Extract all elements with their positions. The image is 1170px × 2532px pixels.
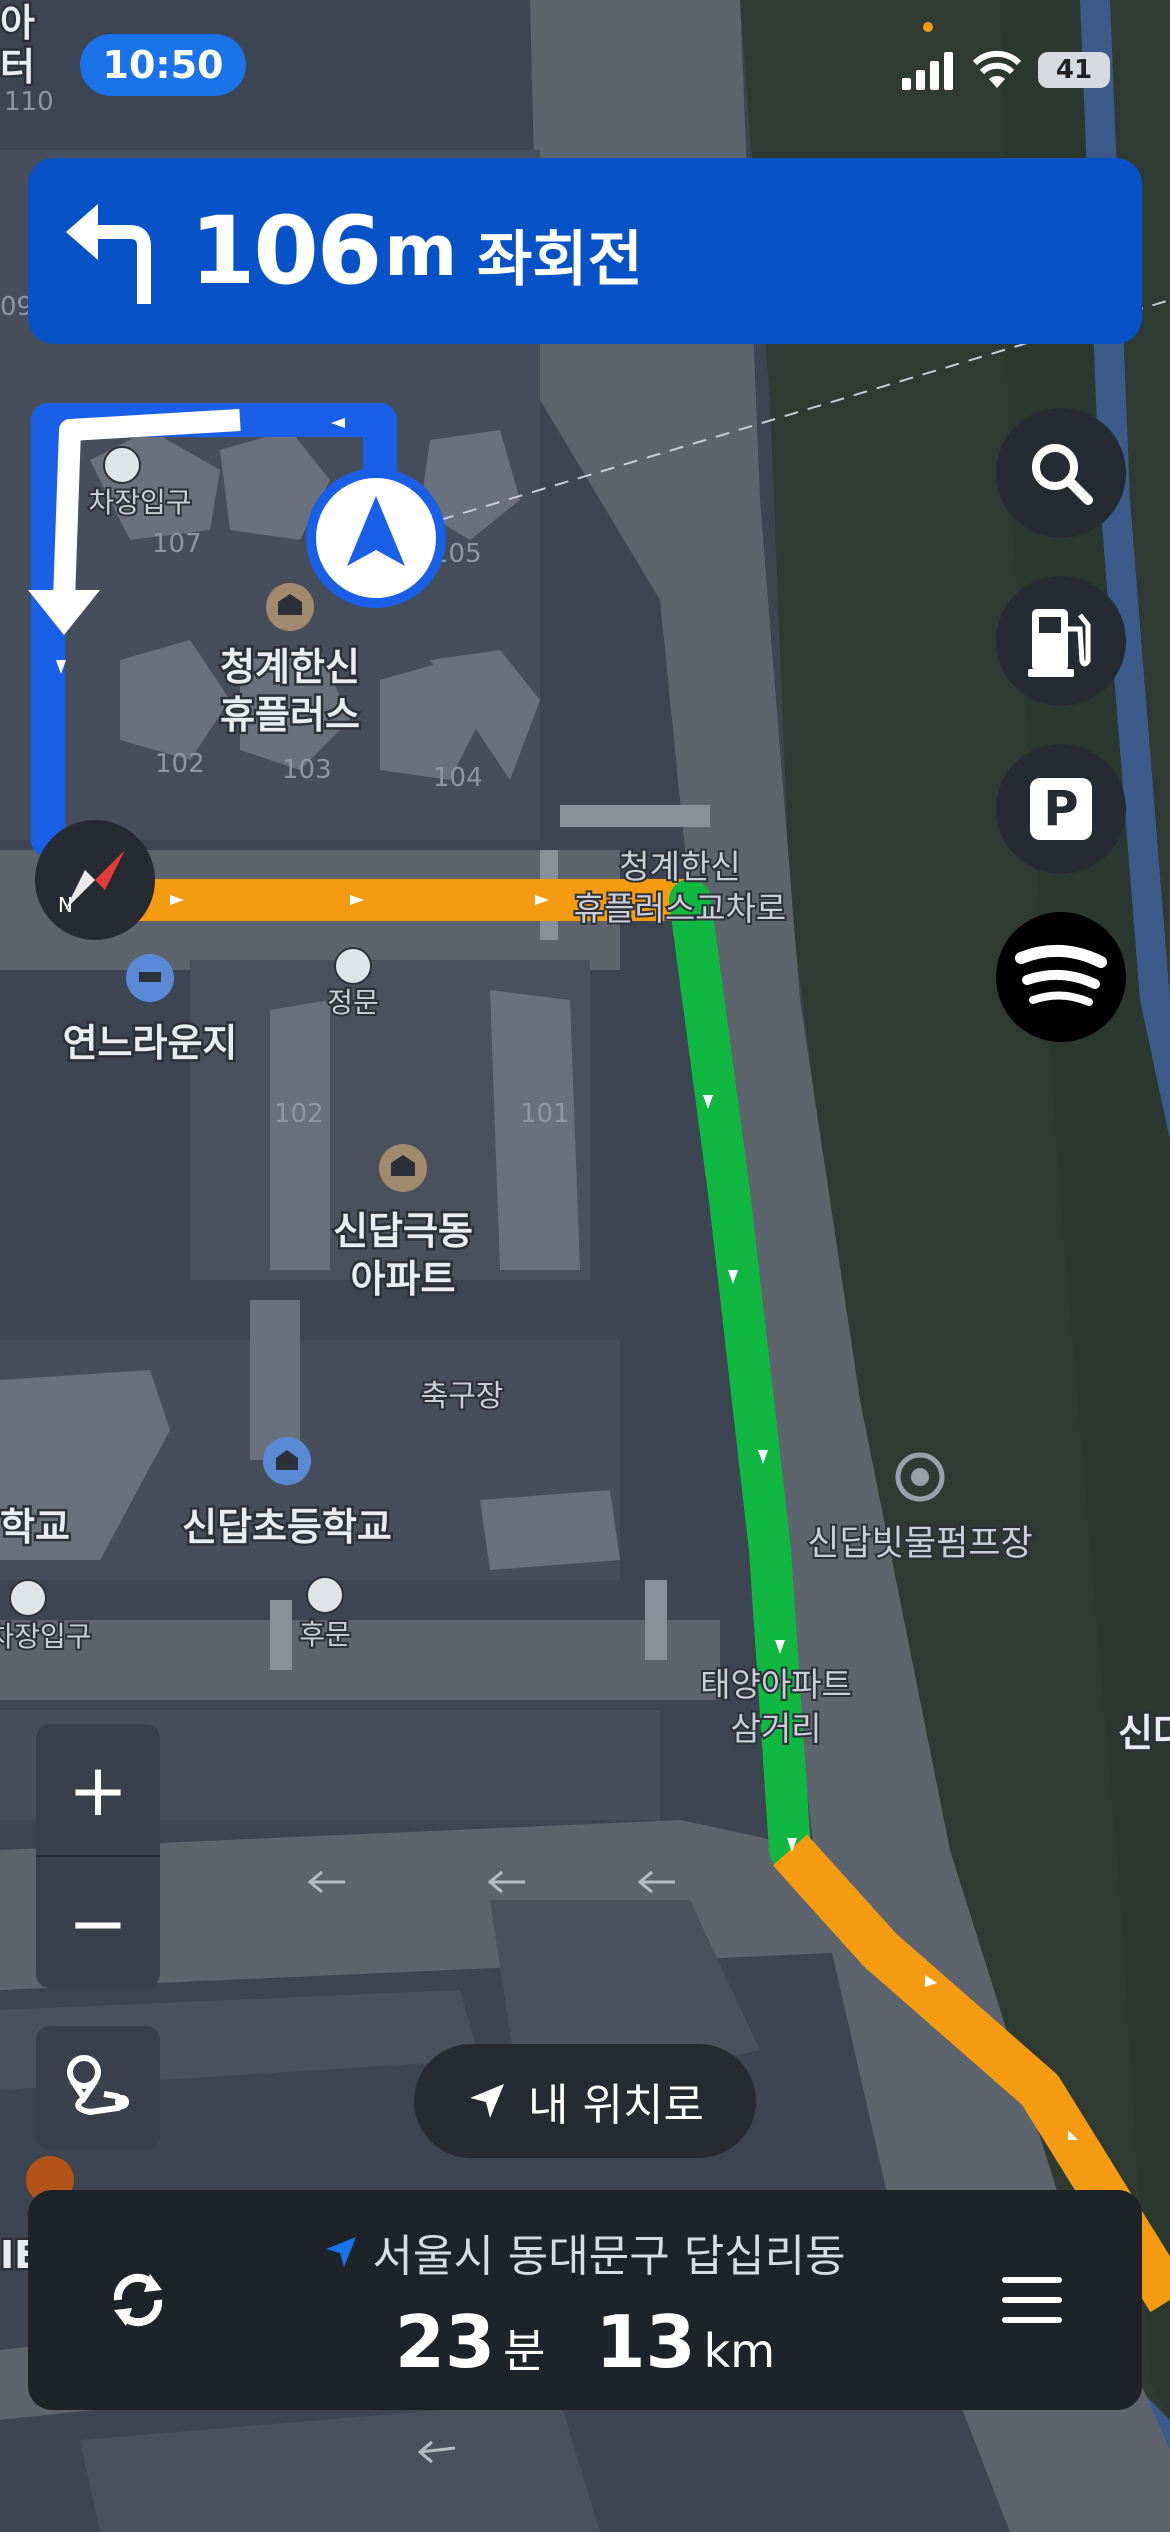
location-arrow-icon xyxy=(470,2084,505,2118)
current-location-marker xyxy=(306,468,446,608)
svg-text:정문: 정문 xyxy=(327,986,379,1019)
turn-instruction: 좌회전 xyxy=(477,224,643,295)
navigation-arrow-icon xyxy=(326,2237,357,2267)
svg-text:휴플러스: 휴플러스 xyxy=(220,693,360,737)
eta-summary: 23 분 13 km xyxy=(28,2300,1142,2384)
apartment-poi-icon xyxy=(379,1144,427,1192)
svg-text:104: 104 xyxy=(433,763,483,793)
svg-text:102: 102 xyxy=(274,1099,324,1129)
turn-distance: 106 xyxy=(190,196,382,306)
parking-icon: P xyxy=(1030,778,1092,840)
svg-text:101: 101 xyxy=(520,1099,570,1129)
svg-text:아파트: 아파트 xyxy=(351,1257,456,1301)
svg-text:차장입구: 차장입구 xyxy=(0,1620,92,1653)
remaining-distance: 13 xyxy=(595,2300,696,2384)
turn-left-arrow-icon xyxy=(66,204,151,304)
eta-minutes-unit: 분 xyxy=(503,2324,546,2378)
svg-text:휴플러스교차로: 휴플러스교차로 xyxy=(574,889,787,928)
hamburger-menu-icon xyxy=(1002,2277,1062,2323)
apartment-poi-icon xyxy=(266,583,314,631)
destination-label: 서울시 동대문구 답십리동 xyxy=(372,2231,846,2282)
spotify-icon xyxy=(1015,944,1107,1006)
search-button[interactable] xyxy=(996,408,1126,538)
map-label-pump: 신답빗물펌프장 xyxy=(807,1524,1032,1564)
signal-icon xyxy=(902,52,953,90)
menu-button[interactable] xyxy=(982,2250,1082,2350)
gas-station-button[interactable] xyxy=(996,576,1126,706)
route-overview-button[interactable] xyxy=(36,2026,160,2150)
gate-poi-icon xyxy=(9,1579,47,1617)
gate-poi-icon xyxy=(103,446,141,484)
svg-text:107: 107 xyxy=(152,529,202,559)
trip-summary-bar: 서울시 동대문구 답십리동 23 분 13 km xyxy=(28,2190,1142,2410)
zoom-control: + − xyxy=(36,1724,160,1988)
wifi-icon xyxy=(972,50,1022,88)
svg-text:삼거리: 삼거리 xyxy=(730,1709,821,1748)
my-location-label: 내 위치로 xyxy=(528,2080,704,2131)
svg-text:N: N xyxy=(58,893,73,917)
zoom-in-button[interactable]: + xyxy=(36,1724,160,1855)
svg-text:터: 터 xyxy=(0,45,35,89)
zoom-out-button[interactable]: − xyxy=(36,1857,160,1988)
svg-text:학교: 학교 xyxy=(0,1505,70,1549)
svg-text:후문: 후문 xyxy=(299,1618,351,1651)
svg-text:110: 110 xyxy=(4,87,54,117)
school-poi-icon xyxy=(263,1437,311,1485)
svg-text:신다: 신다 xyxy=(1118,1711,1170,1755)
svg-text:아: 아 xyxy=(0,1,35,45)
map-label-intersection1: 청계한신 xyxy=(619,847,740,886)
map-label-apt1: 청계한신 xyxy=(220,645,360,689)
search-icon xyxy=(1032,444,1093,505)
my-location-button[interactable]: 내 위치로 xyxy=(414,2044,756,2158)
svg-text:차장입구: 차장입구 xyxy=(88,486,191,519)
map-label-apt2: 신답극동 xyxy=(333,1209,473,1253)
eta-minutes: 23 xyxy=(394,2300,496,2384)
compass-icon[interactable]: N xyxy=(35,820,155,940)
spotify-button[interactable] xyxy=(996,912,1126,1042)
svg-text:102: 102 xyxy=(155,749,205,779)
svg-text:103: 103 xyxy=(282,755,332,785)
map-label-school: 신답초등학교 xyxy=(182,1505,392,1549)
status-time: 10:50 xyxy=(80,34,246,96)
route-pin-icon xyxy=(67,2055,129,2116)
hotel-poi-icon xyxy=(126,954,174,1002)
turn-guidance-banner[interactable]: 106 m 좌회전 xyxy=(28,158,1142,344)
gate-poi-icon xyxy=(306,1576,344,1614)
battery-icon: 41 xyxy=(1038,52,1110,88)
privacy-indicator xyxy=(923,22,933,32)
gate-poi-icon xyxy=(334,947,372,985)
remaining-distance-unit: km xyxy=(703,2324,776,2378)
map-label-lounge: 연느라운지 xyxy=(63,1021,238,1065)
parking-button[interactable]: P xyxy=(996,744,1126,874)
map-label-intersection2: 태양아파트 xyxy=(700,1665,852,1704)
status-icons: 41 xyxy=(902,40,1110,100)
svg-text:축구장: 축구장 xyxy=(421,1379,504,1414)
gas-pump-icon xyxy=(1028,609,1091,677)
turn-distance-unit: m xyxy=(384,210,458,292)
destination: 서울시 동대문구 답십리동 xyxy=(28,2220,1142,2284)
